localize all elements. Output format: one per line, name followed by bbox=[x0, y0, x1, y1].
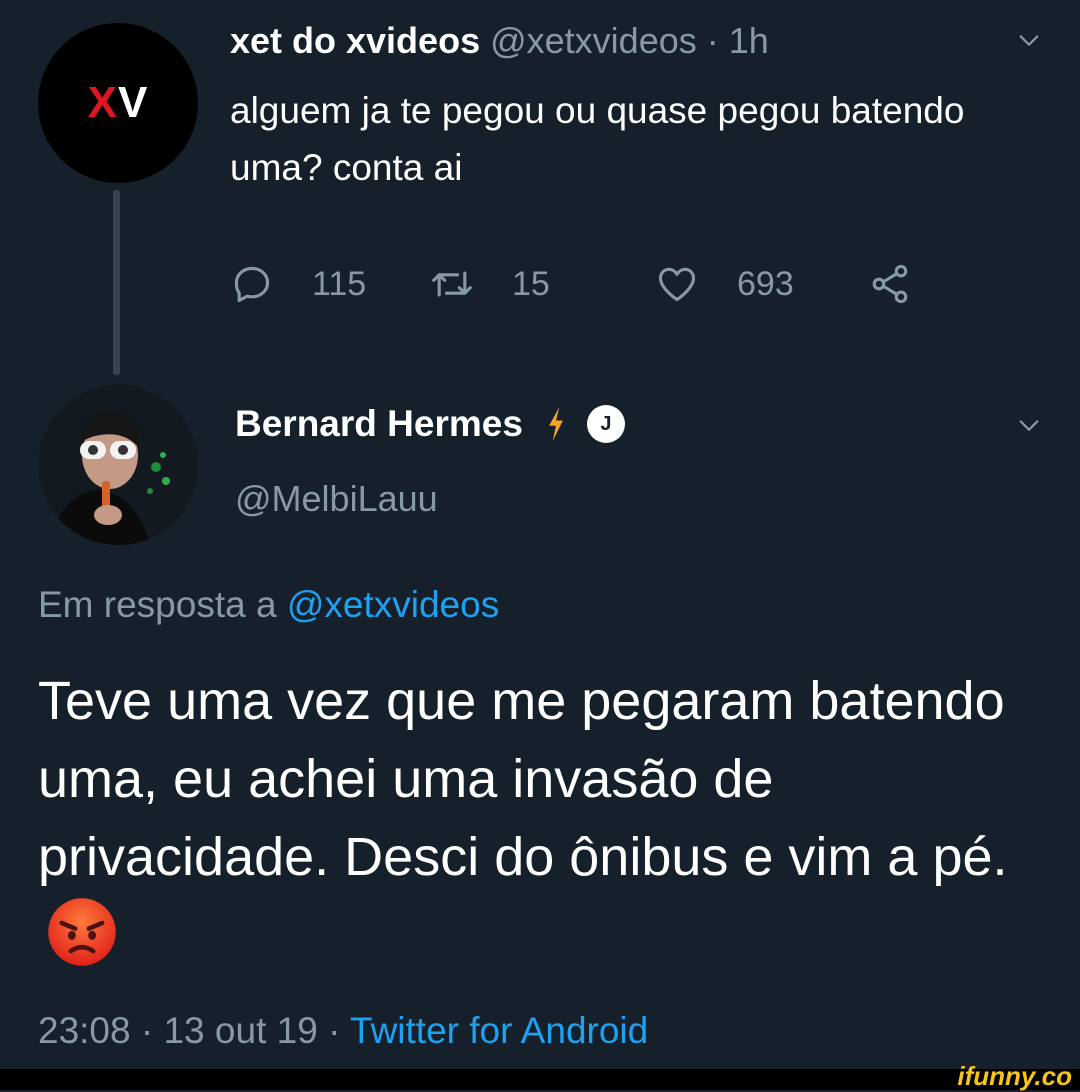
avatar-xvideos[interactable]: XV bbox=[38, 23, 198, 183]
like-button[interactable]: 693 bbox=[655, 262, 794, 306]
retweet-count: 15 bbox=[512, 264, 550, 303]
tweet2-meta: 23:08 · 13 out 19 · Twitter for Android bbox=[38, 1010, 648, 1052]
tweet2-name-row: Bernard Hermes J bbox=[235, 403, 625, 445]
tweet1-display-name[interactable]: xet do xvideos bbox=[230, 20, 480, 61]
tweet2-display-name[interactable]: Bernard Hermes bbox=[235, 403, 523, 445]
reply-icon bbox=[234, 266, 270, 303]
tweet1-time[interactable]: 1h bbox=[729, 20, 769, 61]
avatar-bernard-hermes[interactable] bbox=[38, 385, 198, 545]
share-icon bbox=[872, 264, 908, 304]
retweet-button[interactable]: 15 bbox=[430, 262, 550, 306]
chevron-down-icon[interactable] bbox=[1018, 415, 1040, 437]
tweet2-source-link[interactable]: Twitter for Android bbox=[350, 1010, 648, 1051]
profile-photo bbox=[38, 385, 198, 545]
footer-bar bbox=[0, 1069, 1080, 1090]
reply-to-line: Em resposta a @xetxvideos bbox=[38, 584, 499, 626]
reply-count: 115 bbox=[312, 264, 367, 303]
meta-separator: · bbox=[140, 1010, 154, 1051]
ifunny-watermark: ifunny.co bbox=[957, 1061, 1072, 1091]
tweet2-handle[interactable]: @MelbiLauu bbox=[235, 478, 438, 520]
reply-target-link[interactable]: @xetxvideos bbox=[287, 584, 499, 625]
tweet1-header: xet do xvideos @xetxvideos · 1h bbox=[230, 20, 769, 62]
tweet1-separator: · bbox=[706, 20, 719, 61]
verified-j-badge: J bbox=[586, 405, 625, 443]
tweet2-time[interactable]: 23:08 bbox=[38, 1010, 131, 1051]
reply-button[interactable]: 115 bbox=[230, 262, 366, 306]
like-icon bbox=[658, 267, 696, 302]
like-count: 693 bbox=[737, 264, 794, 303]
tweet1-handle[interactable]: @xetxvideos bbox=[490, 20, 697, 61]
tweet2-text: Teve uma vez que me pegaram batendo uma,… bbox=[38, 671, 1008, 887]
angry-face-emoji bbox=[48, 898, 116, 966]
retweet-icon bbox=[432, 271, 472, 297]
share-button[interactable] bbox=[868, 262, 912, 306]
tweet2-date[interactable]: 13 out 19 bbox=[163, 1010, 317, 1051]
lightning-icon bbox=[548, 406, 563, 442]
thread-connector-line bbox=[113, 190, 120, 375]
reply-prefix: Em resposta a bbox=[38, 584, 277, 625]
chevron-down-icon[interactable] bbox=[1018, 30, 1040, 52]
tweet2-text-block: Teve uma vez que me pegaram batendo uma,… bbox=[38, 662, 1048, 975]
meta-separator: · bbox=[328, 1010, 341, 1051]
tweet1-text: alguem ja te pegou ou quase pegou batend… bbox=[230, 90, 965, 188]
avatar-letter-v: V bbox=[118, 78, 149, 127]
avatar-letter-x: X bbox=[87, 78, 118, 127]
